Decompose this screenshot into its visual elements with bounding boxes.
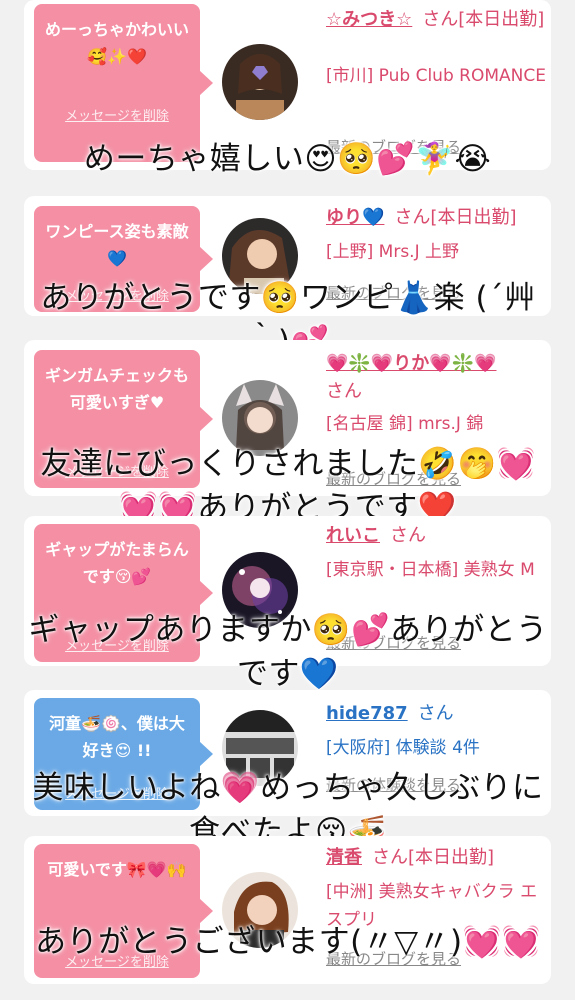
message-text: ワンピース姿も素敵💙 <box>45 222 189 268</box>
shop-link[interactable]: [大阪府] 体験談 4件 <box>326 734 546 762</box>
shop-link[interactable]: [東京駅・日本橋] 美熟女 M <box>326 556 546 584</box>
shop-link[interactable]: [上野] Mrs.J 上野 <box>326 238 546 266</box>
profile-name-link[interactable]: hide787 <box>326 703 408 724</box>
profile-info: れいこ さん [東京駅・日本橋] 美熟女 M <box>326 522 546 584</box>
profile-info: ゆり💙 さん[本日出勤] [上野] Mrs.J 上野 <box>326 204 546 266</box>
message-text: ギャップがたまらんです😚💕 <box>45 540 189 586</box>
message-text: 河童🍜🍥、僕は大好き😍 !! <box>49 714 185 760</box>
avatar[interactable] <box>222 44 298 120</box>
profile-status: さん <box>326 381 362 402</box>
profile-status: さん[本日出勤] <box>422 9 545 30</box>
message-text: 可愛いです🎀💗🙌 <box>47 860 187 879</box>
profile-status: さん[本日出勤] <box>372 847 495 868</box>
profile-info: 💗❇️💗りか💗❇️💗 さん [名古屋 錦] mrs.J 錦 <box>326 350 546 438</box>
reply-text: めーちゃ嬉しい😍🥺💕🧚‍♀️😭 <box>83 141 492 177</box>
profile-name-link[interactable]: ゆり💙 <box>326 207 384 228</box>
message-text: めーっちゃかわいい🥰✨❤️ <box>44 20 189 66</box>
reply-text: ギャップありますか🥺💕ありがとうです💙 <box>28 612 548 692</box>
profile-status: さん <box>390 525 426 546</box>
shop-link[interactable]: [名古屋 錦] mrs.J 錦 <box>326 410 546 438</box>
delete-message-link[interactable]: メッセージを削除 <box>34 105 200 124</box>
profile-info: hide787 さん [大阪府] 体験談 4件 <box>326 700 546 762</box>
shop-link[interactable]: [市川] Pub Club ROMANCE <box>326 62 546 90</box>
reply-text: ありがとうございます(〃▽〃)💓💓 <box>35 924 541 960</box>
profile-name-link[interactable]: 💗❇️💗りか💗❇️💗 <box>326 353 496 374</box>
profile-name-link[interactable]: れいこ <box>326 525 380 546</box>
profile-name-link[interactable]: 清香 <box>326 847 362 868</box>
profile-status: さん[本日出勤] <box>394 207 517 228</box>
profile-name-link[interactable]: ☆みつき☆ <box>326 9 412 30</box>
message-text: ギンガムチェックも可愛いすぎ♥ <box>44 366 189 412</box>
profile-status: さん <box>417 703 454 724</box>
profile-info: ☆みつき☆ さん[本日出勤] [市川] Pub Club ROMANCE <box>326 6 546 90</box>
